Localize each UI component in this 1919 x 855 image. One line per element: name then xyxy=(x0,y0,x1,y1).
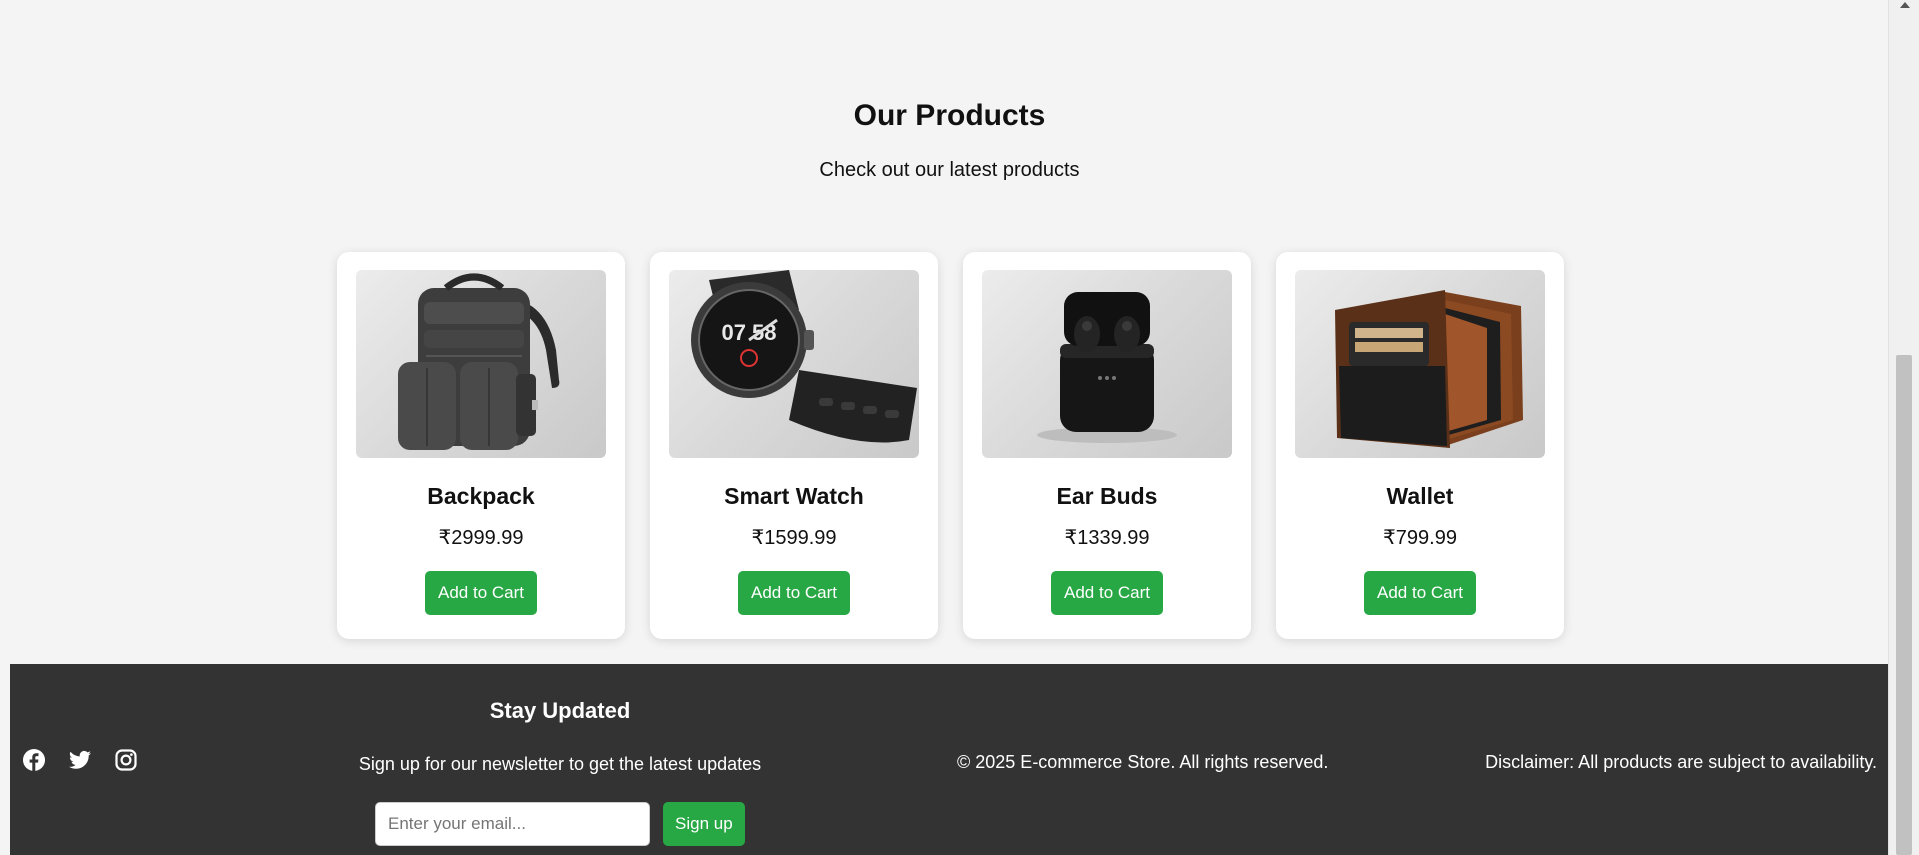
scrollbar-thumb[interactable] xyxy=(1896,355,1912,855)
product-price: ₹1599.99 xyxy=(751,527,837,549)
add-to-cart-button[interactable]: Add to Cart xyxy=(1051,571,1163,615)
instagram-icon[interactable] xyxy=(114,748,138,772)
newsletter-text: Sign up for our newsletter to get the la… xyxy=(358,754,762,774)
add-to-cart-button[interactable]: Add to Cart xyxy=(1364,571,1476,615)
product-card-ear-buds: Ear Buds ₹1339.99 Add to Cart xyxy=(963,252,1251,639)
product-price: ₹2999.99 xyxy=(438,527,524,549)
disclaimer-text: Disclaimer: All products are subject to … xyxy=(1485,752,1877,772)
add-to-cart-button[interactable]: Add to Cart xyxy=(425,571,537,615)
product-card-wallet: Wallet ₹799.99 Add to Cart xyxy=(1276,252,1564,639)
twitter-icon[interactable] xyxy=(68,748,92,772)
scroll-up-arrow-icon[interactable] xyxy=(1900,2,1910,8)
backpack-image xyxy=(356,270,606,458)
product-grid: Backpack ₹2999.99 Add to Cart 07 58 Smar… xyxy=(337,252,1564,639)
product-name: Wallet xyxy=(1386,483,1454,509)
product-price: ₹1339.99 xyxy=(1064,527,1150,549)
product-name: Smart Watch xyxy=(724,483,864,509)
add-to-cart-button[interactable]: Add to Cart xyxy=(738,571,850,615)
section-subtitle: Check out our latest products xyxy=(819,159,1080,181)
signup-button[interactable]: Sign up xyxy=(663,802,745,846)
products-section: Our Products Check out our latest produc… xyxy=(0,0,1889,664)
product-card-backpack: Backpack ₹2999.99 Add to Cart xyxy=(337,252,625,639)
social-links xyxy=(22,748,138,772)
product-price: ₹799.99 xyxy=(1383,527,1457,549)
facebook-icon[interactable] xyxy=(22,748,46,772)
ear-buds-image xyxy=(982,270,1232,458)
vertical-scrollbar[interactable] xyxy=(1888,0,1919,855)
product-name: Backpack xyxy=(427,483,535,509)
wallet-image xyxy=(1295,270,1545,458)
svg-text:07 58: 07 58 xyxy=(721,320,776,345)
product-card-smart-watch: 07 58 Smart Watch ₹1599.99 Add to Cart xyxy=(650,252,938,639)
section-title: Our Products xyxy=(853,99,1046,132)
product-name: Ear Buds xyxy=(1056,483,1158,509)
site-footer: Stay Updated Sign up for our newsletter … xyxy=(10,664,1889,855)
newsletter-form: Sign up xyxy=(375,802,745,846)
smart-watch-image: 07 58 xyxy=(669,270,919,458)
newsletter-title: Stay Updated xyxy=(489,698,631,723)
email-input[interactable] xyxy=(375,802,650,846)
copyright-text: © 2025 E-commerce Store. All rights rese… xyxy=(957,752,1329,772)
